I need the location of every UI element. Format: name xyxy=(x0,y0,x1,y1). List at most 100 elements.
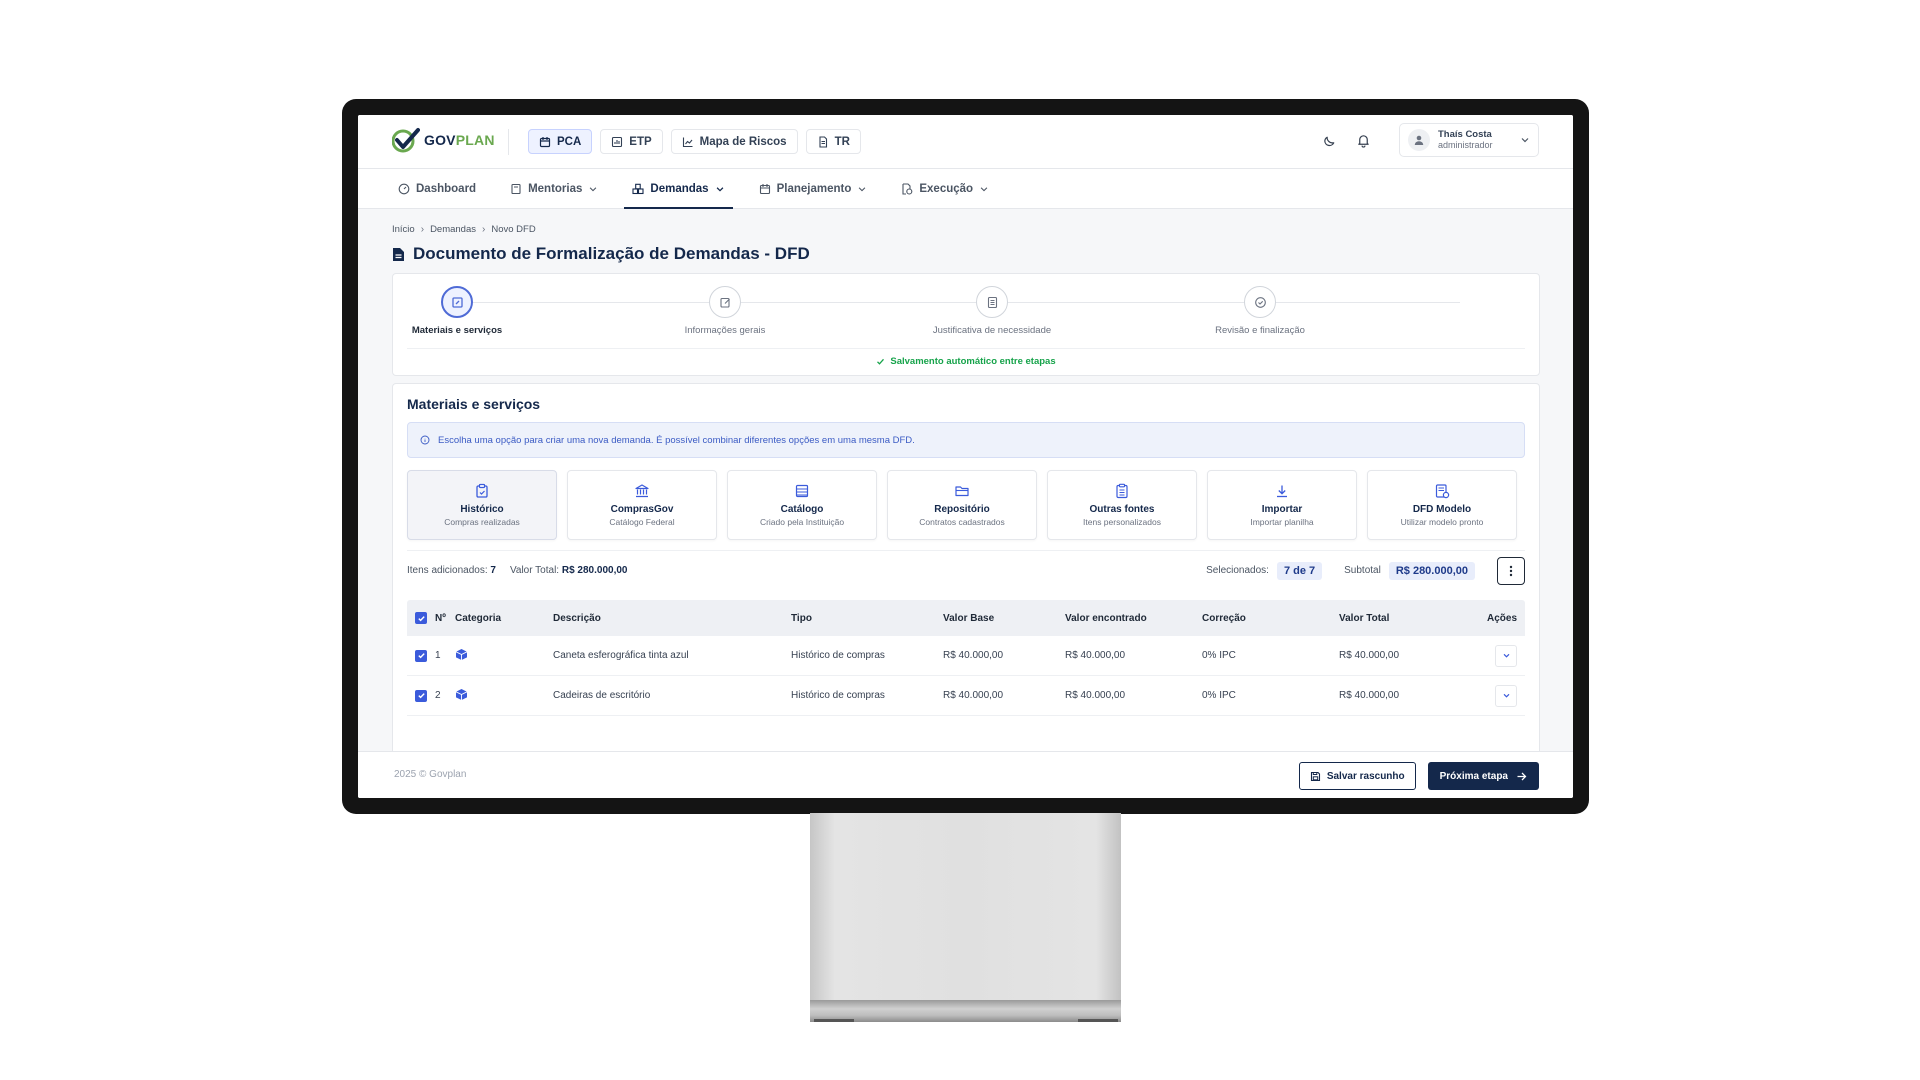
breadcrumb-novo-dfd: Novo DFD xyxy=(491,224,536,235)
calendar-icon xyxy=(759,184,770,195)
nav-demandas[interactable]: Demandas xyxy=(624,169,733,209)
row-found-value: R$ 40.000,00 xyxy=(1065,650,1126,661)
row-checkbox[interactable] xyxy=(415,649,427,662)
option-repositorio[interactable]: Repositório Contratos cadastrados xyxy=(887,470,1037,540)
items-count-label: Itens adicionados: xyxy=(407,565,488,576)
step-materiais-servicos[interactable]: Materiais e serviços xyxy=(377,286,537,336)
subtotal-label: Subtotal xyxy=(1344,565,1381,576)
main-nav: Dashboard Mentorias Demandas Planejament… xyxy=(358,169,1573,209)
column-header-descricao: Descrição xyxy=(553,612,601,624)
chevron-down-icon xyxy=(1503,653,1509,658)
row-correction: 0% IPC xyxy=(1202,690,1236,701)
chevron-down-icon xyxy=(980,187,988,192)
option-title: Importar xyxy=(1261,504,1303,515)
chart-icon xyxy=(612,136,623,147)
nav-label: Execução xyxy=(919,183,974,195)
module-tr[interactable]: TR xyxy=(805,129,861,154)
moon-icon xyxy=(1323,136,1334,146)
next-step-button[interactable]: Próxima etapa xyxy=(1427,762,1539,790)
option-subtitle: Compras realizadas xyxy=(444,517,520,527)
column-header-correcao: Correção xyxy=(1202,612,1246,624)
nav-planejamento[interactable]: Planejamento xyxy=(751,169,876,209)
selected-count-badge: 7 de 7 xyxy=(1276,561,1323,580)
nav-mentorias[interactable]: Mentorias xyxy=(502,169,606,209)
column-header-n: Nº xyxy=(435,612,446,624)
module-mapa-de-riscos[interactable]: Mapa de Riscos xyxy=(670,129,798,154)
user-menu[interactable]: Thaís Costa administrador xyxy=(1399,123,1539,157)
module-label: ETP xyxy=(629,135,652,148)
option-title: Catálogo xyxy=(780,504,824,515)
app-screen: GOVPLAN PCA ETP Mapa de Riscos TR Thaís … xyxy=(358,115,1573,798)
total-value-label: Valor Total: xyxy=(509,565,560,576)
chevron-down-icon xyxy=(1521,138,1529,143)
module-pca[interactable]: PCA xyxy=(528,129,593,154)
file-clock-icon xyxy=(902,183,913,195)
row-type: Histórico de compras xyxy=(791,690,885,701)
option-importar[interactable]: Importar Importar planilha xyxy=(1207,470,1357,540)
option-outras-fontes[interactable]: Outras fontes Itens personalizados xyxy=(1047,470,1197,540)
page-footer: 2025 © Govplan Salvar rascunho Próxima e… xyxy=(358,751,1573,798)
stepper-card: Materiais e serviços Informações gerais … xyxy=(392,273,1540,376)
top-right-controls: Thaís Costa administrador xyxy=(1319,123,1539,157)
book-icon xyxy=(511,183,521,195)
option-comprasgov[interactable]: ComprasGov Catálogo Federal xyxy=(567,470,717,540)
copyright-text: 2025 © Govplan xyxy=(394,769,467,780)
column-header-valor-total: Valor Total xyxy=(1339,612,1390,624)
step-label: Revisão e finalização xyxy=(1215,325,1305,336)
breadcrumb-inicio[interactable]: Início xyxy=(392,224,415,235)
module-etp[interactable]: ETP xyxy=(600,129,663,154)
row-found-value: R$ 40.000,00 xyxy=(1065,690,1126,701)
option-catalogo[interactable]: Catálogo Criado pela Instituição xyxy=(727,470,877,540)
more-actions-button[interactable] xyxy=(1497,556,1525,585)
nav-execucao[interactable]: Execução xyxy=(893,169,997,209)
row-total-value: R$ 40.000,00 xyxy=(1339,650,1400,661)
calendar-icon xyxy=(539,136,551,147)
row-expand-button[interactable] xyxy=(1495,684,1517,707)
template-icon xyxy=(1435,484,1450,499)
row-checkbox[interactable] xyxy=(415,689,427,702)
step-revisao-finalizacao[interactable]: Revisão e finalização xyxy=(1180,286,1340,336)
user-icon xyxy=(1414,135,1424,145)
save-draft-label: Salvar rascunho xyxy=(1326,770,1405,782)
theme-toggle[interactable] xyxy=(1319,130,1339,150)
option-dfd-modelo[interactable]: DFD Modelo Utilizar modelo pronto xyxy=(1367,470,1517,540)
step-justificativa-necessidade[interactable]: Justificativa de necessidade xyxy=(912,286,1072,336)
check-logo-icon xyxy=(392,128,420,153)
notifications-button[interactable] xyxy=(1353,130,1373,150)
row-description: Caneta esferográfica tinta azul xyxy=(553,650,689,661)
save-draft-button[interactable]: Salvar rascunho xyxy=(1298,762,1416,790)
gauge-icon xyxy=(398,183,410,195)
row-number: 2 xyxy=(435,690,441,701)
clipboard-list-icon xyxy=(1116,483,1128,499)
table-row[interactable]: 1 Caneta esferográfica tinta azul Histór… xyxy=(407,636,1525,676)
step-informacoes-gerais[interactable]: Informações gerais xyxy=(645,286,805,336)
option-historico[interactable]: Histórico Compras realizadas xyxy=(407,470,557,540)
row-expand-button[interactable] xyxy=(1495,644,1517,667)
nav-dashboard[interactable]: Dashboard xyxy=(390,169,484,209)
option-title: Repositório xyxy=(934,504,990,515)
clipboard-icon xyxy=(476,483,488,498)
table-row[interactable]: 2 Cadeiras de escritório Histórico de co… xyxy=(407,676,1525,716)
column-header-valor-base: Valor Base xyxy=(943,612,995,624)
download-icon xyxy=(1277,485,1287,498)
avatar xyxy=(1408,129,1430,151)
select-all-checkbox[interactable] xyxy=(415,612,427,624)
page-title: Documento de Formalização de Demandas - … xyxy=(392,244,810,264)
materials-card: Materiais e serviços Escolha uma opção p… xyxy=(392,383,1540,798)
check-icon xyxy=(417,615,425,621)
column-header-categoria: Categoria xyxy=(455,612,502,624)
source-options: Histórico Compras realizadas ComprasGov … xyxy=(407,470,1517,540)
step-label: Justificativa de necessidade xyxy=(932,325,1052,336)
user-name: Thaís Costa xyxy=(1438,129,1492,140)
total-value: R$ 280.000,00 xyxy=(561,565,628,576)
govplan-logo[interactable]: GOVPLAN xyxy=(392,127,495,153)
nav-label: Mentorias xyxy=(528,183,583,195)
package-icon xyxy=(455,688,468,700)
items-summary: Itens adicionados: 7 Valor Total: R$ 280… xyxy=(407,550,1525,590)
items-count-value: 7 xyxy=(490,565,496,576)
breadcrumb-demandas[interactable]: Demandas xyxy=(430,224,476,235)
autosave-status: Salvamento automático entre etapas xyxy=(393,356,1539,367)
monitor-stand xyxy=(810,813,1121,1013)
check-icon xyxy=(417,693,425,699)
row-base-value: R$ 40.000,00 xyxy=(943,690,1004,701)
